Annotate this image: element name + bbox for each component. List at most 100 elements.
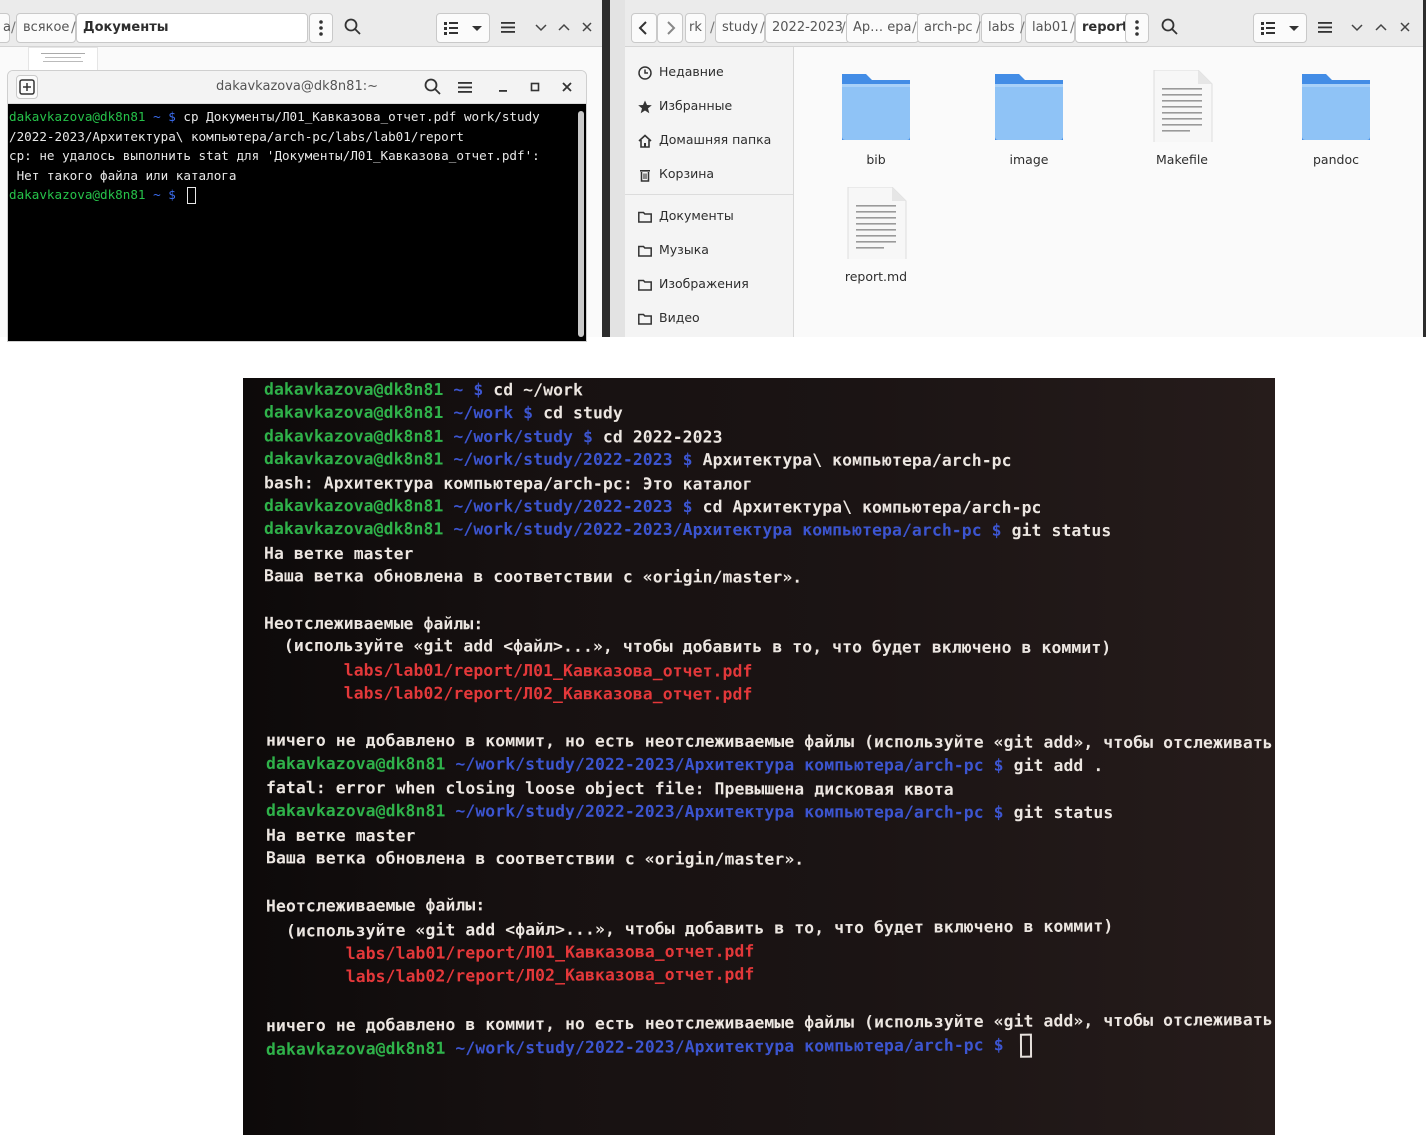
breadcrumb-item[interactable]: всякое	[16, 13, 77, 43]
back-button[interactable]	[631, 13, 657, 43]
path-separator: /	[1020, 20, 1025, 36]
prompt-user: dakavkazova@dk8n81	[9, 109, 146, 124]
path-separator: /	[912, 20, 917, 36]
minimize-button[interactable]	[1347, 13, 1367, 43]
sidebar-item-videos[interactable]: Видео	[637, 306, 700, 330]
terminal-text: Ваша ветка обновлена в соответствии с «o…	[265, 848, 805, 869]
hamburger-menu-button[interactable]	[1313, 13, 1337, 43]
folder-icon	[637, 243, 653, 259]
photo-terminal-line: fatal: error when closing loose object f…	[266, 778, 954, 799]
path-separator: /	[976, 20, 981, 36]
photo-terminal-line: На ветке master	[264, 544, 414, 563]
prompt-user: dakavkazova@dk8n81	[263, 402, 444, 423]
file-item-document[interactable]: Makefile	[1117, 70, 1247, 167]
search-button[interactable]	[340, 13, 366, 43]
places-sidebar: Недавние Избранные Домашняя папка Корзин…	[625, 47, 794, 337]
sidebar-item-music[interactable]: Музыка	[637, 238, 709, 262]
terminal-text: (используйте «git add <файл>...», чтобы …	[263, 636, 1112, 658]
photo-terminal-line: dakavkazova@dk8n81 ~ $ cd ~/work	[264, 380, 583, 400]
text-document-icon	[1117, 70, 1247, 142]
terminal-text: Неотслеживаемые файлы:	[263, 613, 484, 634]
sidebar-item-label: Видео	[659, 310, 700, 325]
photo-terminal-line: bash: Архитектура компьютера/arch-pc: Эт…	[264, 473, 752, 493]
list-view-icon	[1258, 14, 1278, 42]
terminal-scrollbar[interactable]	[578, 111, 584, 337]
path-separator: /	[760, 20, 765, 36]
prompt-user: dakavkazova@dk8n81	[263, 379, 444, 400]
terminal-text: cd ~/work	[493, 380, 584, 400]
photo-terminal-line: (используйте «git add <файл>...», чтобы …	[264, 636, 1111, 657]
terminal-text: cd 2022-2023	[602, 427, 723, 447]
breadcrumb-item[interactable]: labs	[981, 13, 1022, 43]
terminal-search-button[interactable]	[421, 73, 445, 103]
prompt-path: ~/work/study $	[443, 426, 603, 447]
hamburger-menu-button[interactable]	[496, 13, 520, 43]
path-separator: /	[1070, 20, 1075, 36]
kebab-icon	[310, 14, 332, 42]
terminal-maximize-button[interactable]	[525, 73, 545, 103]
photo-terminal-line: dakavkazova@dk8n81 ~/work/study/2022-202…	[264, 519, 1111, 540]
terminal-text: ничего не добавлено в коммит, но есть не…	[265, 730, 1275, 753]
sidebar-item-label: Недавние	[659, 64, 724, 79]
terminal-minimize-button[interactable]	[493, 73, 513, 103]
file-name: report.md	[844, 269, 908, 284]
breadcrumb-item[interactable]: rk	[685, 13, 706, 43]
terminal-text: Ваша ветка обновлена в соответствии с «o…	[263, 566, 803, 587]
terminal-menu-button[interactable]	[453, 73, 477, 103]
breadcrumb-item[interactable]: 2022-2023	[765, 13, 850, 43]
close-icon	[1395, 13, 1415, 41]
folder-icon	[637, 277, 653, 293]
prompt-path: ~/work $	[443, 403, 544, 423]
sidebar-item-label: Корзина	[659, 166, 715, 181]
sidebar-item-documents[interactable]: Документы	[637, 204, 734, 228]
close-button[interactable]	[577, 13, 597, 43]
search-button[interactable]	[1157, 13, 1183, 43]
photo-terminal-line: ничего не добавлено в коммит, но есть не…	[266, 731, 1275, 753]
file-item-folder[interactable]: pandoc	[1271, 70, 1401, 167]
breadcrumb-item[interactable]: lab01	[1025, 13, 1076, 43]
view-mode-button[interactable]	[436, 13, 490, 43]
maximize-button[interactable]	[554, 13, 574, 43]
chevron-left-icon	[632, 14, 656, 42]
prompt-path: ~/work/study/2022-2023/Архитектура компь…	[445, 801, 1014, 823]
file-item-folder[interactable]: bib	[811, 70, 941, 167]
breadcrumb-item[interactable]: а	[0, 13, 11, 43]
breadcrumb-item[interactable]: study	[715, 13, 766, 43]
photo-terminal-line: labs/lab01/report/Л01_Кавказова_отчет.pd…	[264, 660, 753, 680]
prompt-user: dakavkazova@dk8n81	[263, 519, 444, 539]
prompt-path: ~ $	[145, 109, 184, 124]
file-item-document[interactable]: report.md	[811, 187, 941, 284]
breadcrumb-current[interactable]: Документы	[76, 13, 308, 43]
sidebar-item-recent[interactable]: Недавние	[637, 60, 724, 84]
breadcrumb-item[interactable]: Ар… ера	[846, 13, 919, 43]
terminal-text: git status	[1013, 803, 1114, 823]
menu-kebab-button[interactable]	[1125, 13, 1149, 43]
minimize-button[interactable]	[531, 13, 551, 43]
maximize-button[interactable]	[1371, 13, 1391, 43]
terminal-close-button[interactable]	[557, 73, 577, 103]
sidebar-item-trash[interactable]: Корзина	[637, 162, 714, 186]
photo-top-fragment	[823, 378, 1143, 382]
prompt-user: dakavkazova@dk8n81	[9, 187, 146, 202]
forward-button[interactable]	[657, 13, 683, 43]
sidebar-item-pictures[interactable]: Изображения	[637, 272, 749, 296]
prompt-path: ~/work/study/2022-2023 $	[443, 449, 703, 470]
photo-terminal-line: labs/lab02/report/Л02_Кавказова_отчет.pd…	[264, 684, 753, 704]
photo-terminal-line: Неотслеживаемые файлы:	[264, 614, 483, 634]
untracked-file: labs/lab01/report/Л01_Кавказова_отчет.pd…	[265, 941, 755, 964]
document-thumbnail-icon	[41, 53, 85, 62]
sidebar-item-starred[interactable]: Избранные	[637, 94, 732, 118]
home-icon	[637, 133, 653, 149]
file-name: pandoc	[1313, 152, 1359, 167]
file-item-folder[interactable]: image	[964, 70, 1094, 167]
terminal-text: cp Документы/Л01_Кавказова_отчет.pdf wor…	[183, 109, 540, 124]
sidebar-item-home[interactable]: Домашняя папка	[637, 128, 771, 152]
menu-kebab-button[interactable]	[309, 13, 333, 43]
terminal-output[interactable]: dakavkazova@dk8n81 ~ $ cp Документы/Л01_…	[8, 104, 586, 341]
view-mode-button[interactable]	[1253, 13, 1307, 43]
folder-icon	[637, 311, 653, 327]
close-button[interactable]	[1395, 13, 1415, 43]
document-thumbnail[interactable]	[28, 47, 98, 71]
photo-terminal-line: dakavkazova@dk8n81 ~/work $ cd study	[264, 403, 623, 423]
breadcrumb-item[interactable]: arch-pc	[917, 13, 980, 43]
